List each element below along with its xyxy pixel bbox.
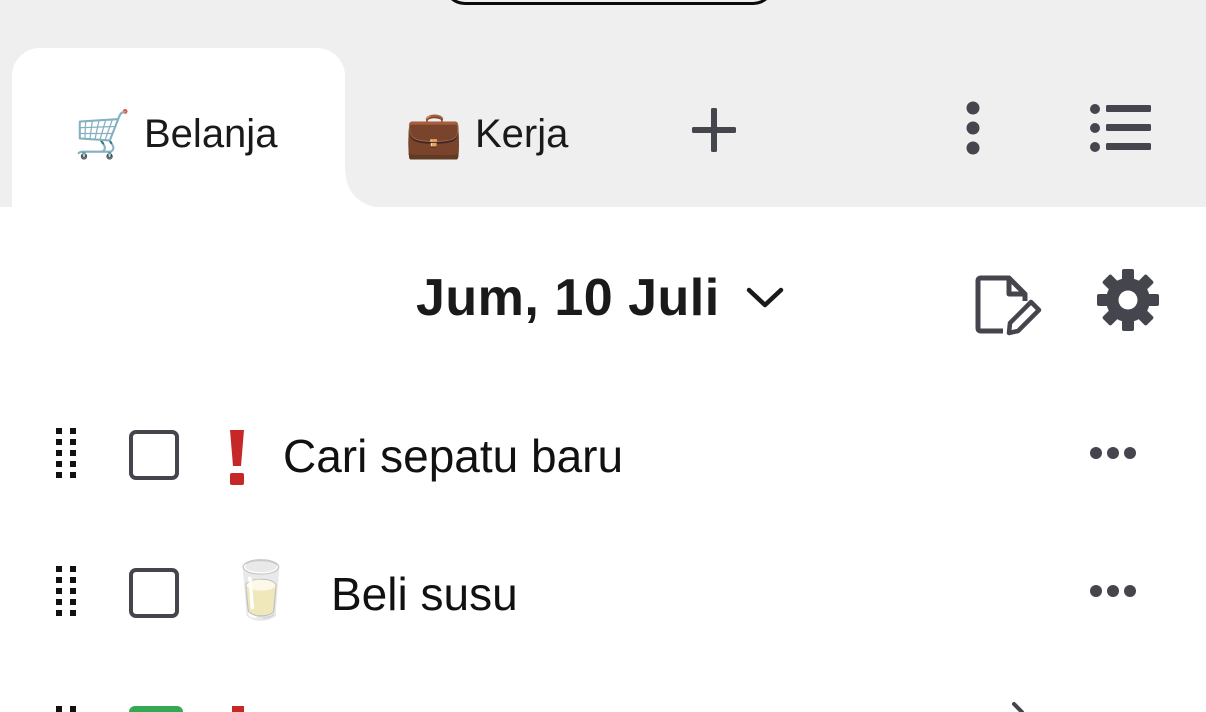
priority-exclamation-icon [232,706,244,712]
horizontal-dots-icon [1090,447,1136,459]
task-checkbox[interactable] [129,568,179,618]
add-tab-button[interactable] [686,102,742,158]
settings-button[interactable] [1094,266,1162,334]
more-menu-button[interactable] [950,98,996,158]
tab-label: Kerja [475,112,569,156]
device-notch [443,0,775,5]
list-view-button[interactable] [1086,100,1154,156]
date-selector[interactable]: Jum, 10 Juli [416,262,786,334]
drag-handle-icon[interactable] [54,426,78,486]
drag-handle-icon[interactable] [54,564,78,624]
tab-bar: 🛒 Belanja 💼 Kerja [0,0,1206,208]
chevron-down-icon [744,277,786,319]
drag-handle-icon[interactable] [56,704,78,712]
tab-belanja[interactable]: 🛒 Belanja [12,48,381,208]
vertical-dots-icon [966,101,980,155]
task-title[interactable]: Beli susu [331,566,518,622]
chevron-right-icon[interactable] [1010,702,1030,712]
edit-note-button[interactable] [970,270,1046,338]
task-row: 🥛 Beli susu [0,546,1206,646]
app-root: 🛒 Belanja 💼 Kerja Jum, 10 Juli Cari sepa… [0,0,1206,712]
task-more-button[interactable] [1086,438,1140,468]
briefcase-icon: 💼 [405,107,463,161]
plus-icon [692,108,736,152]
date-label: Jum, 10 Juli [416,269,720,327]
tab-label: Belanja [144,112,278,156]
task-more-button[interactable] [1086,576,1140,606]
task-checkbox-checked[interactable] [129,706,183,712]
priority-exclamation-icon [224,428,250,488]
milk-glass-icon: 🥛 [226,558,296,623]
task-row: Cari sepatu baru [0,408,1206,508]
horizontal-dots-icon [1090,585,1136,597]
task-checkbox[interactable] [129,430,179,480]
list-icon [1090,104,1151,152]
shopping-cart-icon: 🛒 [74,107,132,161]
edit-note-icon [975,275,1042,336]
task-title[interactable]: Cari sepatu baru [283,428,623,484]
gear-icon [1097,269,1159,331]
tab-kerja[interactable]: 💼 Kerja [345,48,645,208]
